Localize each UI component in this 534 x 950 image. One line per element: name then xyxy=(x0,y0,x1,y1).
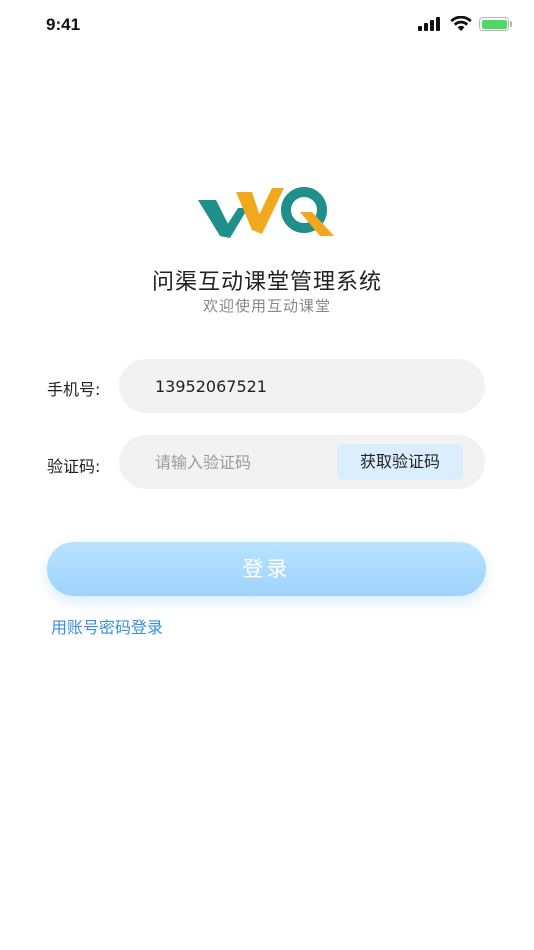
battery-cap xyxy=(510,21,512,27)
login-button[interactable]: 登录 xyxy=(47,542,486,596)
signal-icon xyxy=(418,17,440,31)
wq-logo xyxy=(198,187,334,238)
status-bar: 9:41 xyxy=(0,0,534,50)
phone-field[interactable] xyxy=(119,359,485,413)
wifi-icon xyxy=(450,16,472,31)
phone-input[interactable] xyxy=(155,359,455,413)
phone-label: 手机号: xyxy=(47,380,101,399)
status-time: 9:41 xyxy=(46,15,81,34)
get-code-button[interactable]: 获取验证码 xyxy=(337,444,463,480)
account-password-login-link[interactable]: 用账号密码登录 xyxy=(51,614,163,638)
code-label: 验证码: xyxy=(47,457,101,476)
battery-icon xyxy=(479,17,509,31)
app-title: 问渠互动课堂管理系统 xyxy=(151,270,382,295)
code-field[interactable]: 获取验证码 xyxy=(119,435,485,489)
battery-level xyxy=(481,19,507,29)
code-input[interactable] xyxy=(155,435,325,489)
app-subtitle: 欢迎使用互动课堂 xyxy=(202,297,331,315)
